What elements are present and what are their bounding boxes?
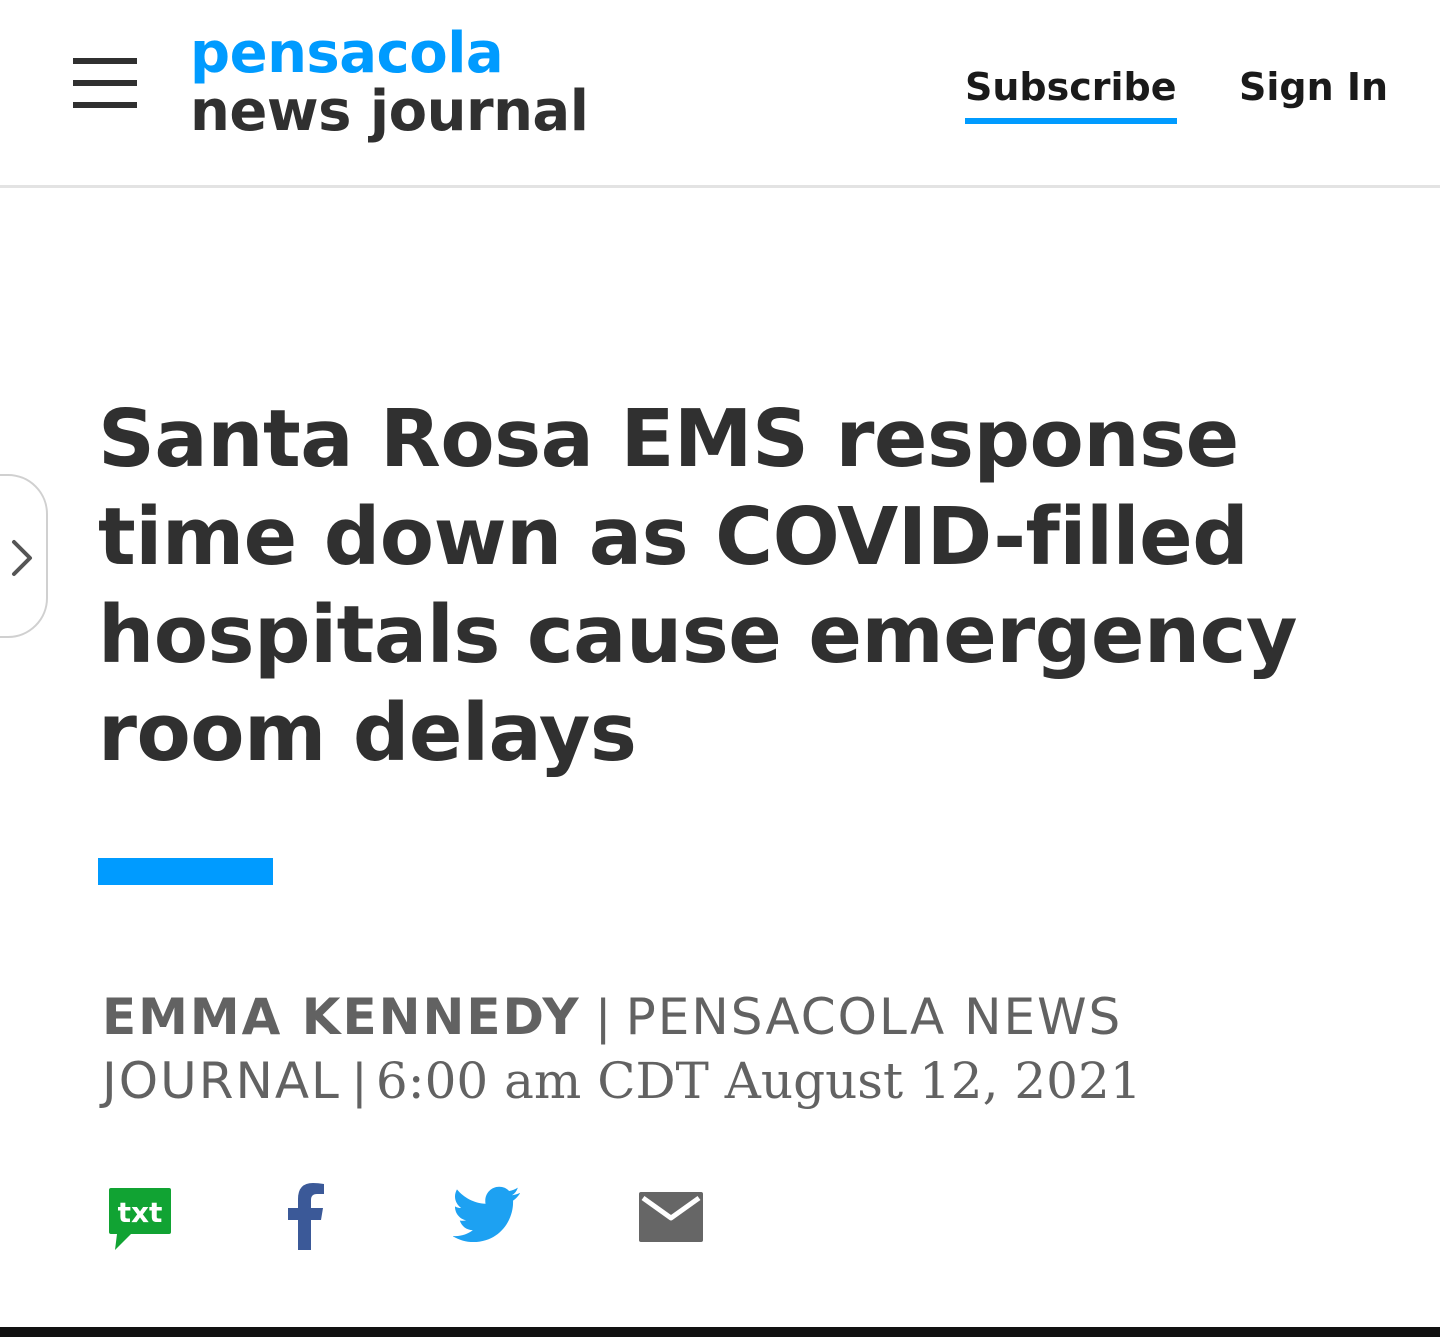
article-byline: EMMA KENNEDY | PENSACOLA NEWS JOURNAL | 6:00… bbox=[102, 985, 1302, 1113]
byline-line-1: EMMA KENNEDY | PENSACOLA NEWS bbox=[102, 985, 1302, 1049]
sms-share-icon: txt bbox=[109, 1188, 171, 1250]
sms-share-label: txt bbox=[118, 1196, 163, 1229]
byline-separator: | bbox=[596, 989, 610, 1045]
source-name-part-2: JOURNAL bbox=[102, 1052, 341, 1110]
share-bar: txt bbox=[0, 1180, 1440, 1260]
publish-timestamp: 6:00 am CDT August 12, 2021 bbox=[375, 1052, 1142, 1110]
logo-line-news-journal: news journal bbox=[190, 79, 589, 144]
chevron-right-icon bbox=[12, 540, 32, 576]
hamburger-menu-icon[interactable] bbox=[73, 58, 137, 110]
logo-line-pensacola: pensacola bbox=[190, 21, 504, 86]
menu-line bbox=[73, 58, 137, 64]
byline-line-2: JOURNAL | 6:00 am CDT August 12, 2021 bbox=[102, 1049, 1302, 1113]
subscribe-link[interactable]: Subscribe bbox=[965, 62, 1177, 124]
site-header: pensacola news journal Subscribe Sign In bbox=[0, 0, 1440, 188]
sms-share-button[interactable]: txt bbox=[107, 1180, 173, 1260]
menu-line bbox=[73, 102, 137, 108]
facebook-icon bbox=[288, 1183, 324, 1250]
author-name[interactable]: EMMA KENNEDY bbox=[102, 988, 581, 1046]
twitter-share-button[interactable] bbox=[452, 1180, 521, 1260]
facebook-share-button[interactable] bbox=[284, 1180, 326, 1260]
sign-in-link[interactable]: Sign In bbox=[1239, 62, 1388, 118]
twitter-icon bbox=[452, 1186, 520, 1243]
email-share-button[interactable] bbox=[638, 1180, 704, 1260]
page: pensacola news journal Subscribe Sign In… bbox=[0, 0, 1440, 1337]
site-logo[interactable]: pensacola news journal bbox=[190, 22, 610, 152]
headline-accent-bar bbox=[98, 858, 273, 885]
menu-line bbox=[73, 80, 137, 86]
article-headline: Santa Rosa EMS response time down as COV… bbox=[98, 393, 1297, 779]
date-separator: | bbox=[352, 1053, 366, 1109]
email-icon bbox=[639, 1192, 703, 1242]
source-name-part-1: PENSACOLA NEWS bbox=[625, 988, 1123, 1046]
bottom-border bbox=[0, 1327, 1440, 1337]
side-drawer-tab[interactable] bbox=[0, 474, 48, 638]
